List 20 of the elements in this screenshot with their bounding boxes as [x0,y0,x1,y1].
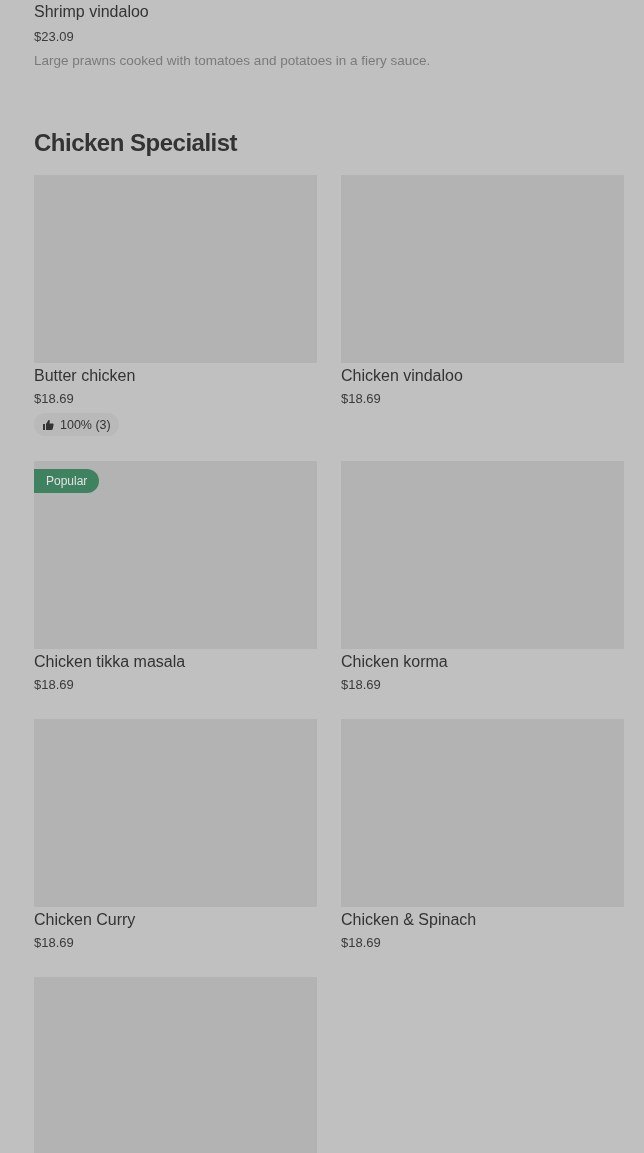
image-placeholder[interactable]: Popular [34,461,317,649]
item-name[interactable]: Chicken Curry [34,909,317,931]
item-price: $18.69 [34,676,75,694]
item-name[interactable]: Chicken vindaloo [341,365,624,387]
item-price: $23.09 [34,28,75,46]
item-name[interactable]: Butter chicken [34,365,317,387]
item-price: $18.69 [341,676,382,694]
item-description: Large prawns cooked with tomatoes and potatoes in a fiery sauce. [34,52,432,70]
rating-text: 100% (3) [60,417,111,432]
item-name[interactable]: Chicken korma [341,651,624,673]
item-price: $18.69 [34,934,75,952]
section-title: Chicken Specialist [34,128,239,158]
item-price: $18.69 [341,934,382,952]
item-price: $18.69 [341,390,382,408]
popular-badge: Popular [34,469,100,493]
item-name: Shrimp vindaloo [34,2,150,22]
item-name[interactable]: Chicken tikka masala [34,651,317,673]
item-name[interactable]: Chicken & Spinach [341,909,624,931]
thumbs-up-icon [42,418,54,431]
item-price: $18.69 [34,390,75,408]
